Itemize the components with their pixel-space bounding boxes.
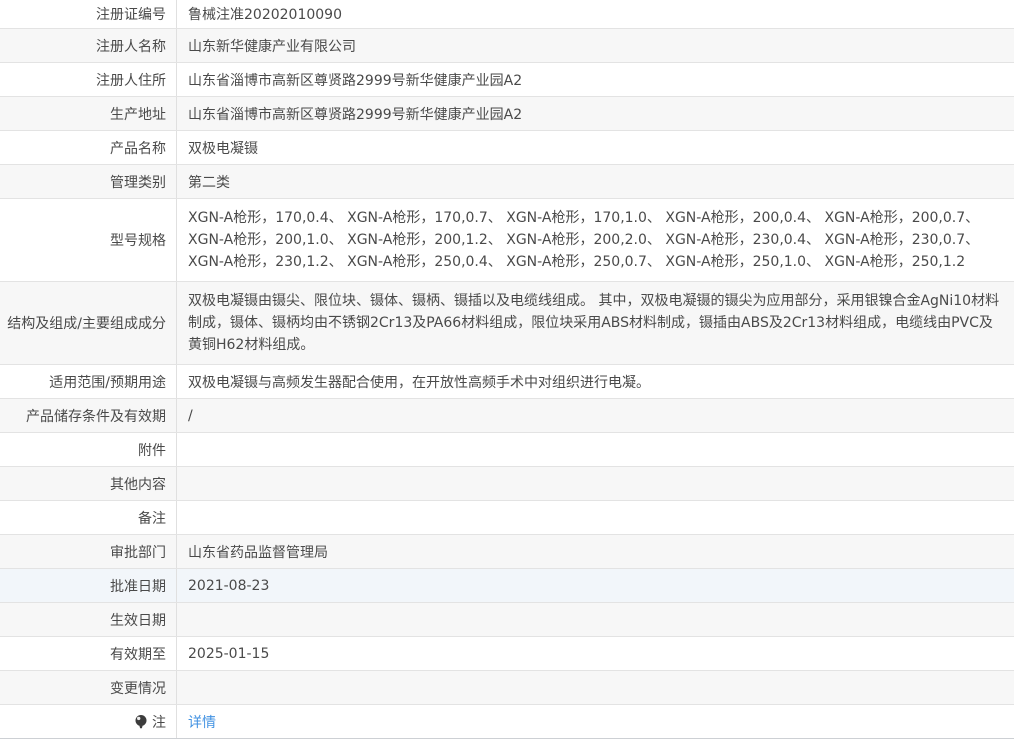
field-value: [177, 671, 1014, 704]
field-value: 山东省淄博市高新区尊贤路2999号新华健康产业园A2: [177, 63, 1014, 96]
field-label-text: 注册人住所: [96, 72, 166, 89]
field-value: 双极电凝镊与高频发生器配合使用，在开放性高频手术中对组织进行电凝。: [177, 365, 1014, 398]
note-bulb-icon: [134, 714, 148, 730]
field-label: 变更情况: [0, 671, 177, 704]
field-value: 2025-01-15: [177, 637, 1014, 670]
table-row: 生效日期: [0, 603, 1014, 637]
field-value: 鲁械注准20202010090: [177, 0, 1014, 28]
table-row: 注册人住所 山东省淄博市高新区尊贤路2999号新华健康产业园A2: [0, 63, 1014, 97]
field-label: 管理类别: [0, 165, 177, 198]
field-value-text: 2021-08-23: [188, 577, 270, 594]
field-value-text: 第二类: [188, 174, 230, 191]
field-label-text: 注册证编号: [96, 7, 166, 23]
field-label: 适用范围/预期用途: [0, 365, 177, 398]
field-value-text: 山东省淄博市高新区尊贤路2999号新华健康产业园A2: [188, 106, 523, 123]
table-row: 适用范围/预期用途 双极电凝镊与高频发生器配合使用，在开放性高频手术中对组织进行…: [0, 365, 1014, 399]
field-label: 备注: [0, 501, 177, 534]
table-row: 备注: [0, 501, 1014, 535]
field-label-text: 注册人名称: [96, 38, 166, 55]
table-row: 注册证编号 鲁械注准20202010090: [0, 0, 1014, 29]
detail-link[interactable]: 详情: [188, 712, 216, 732]
field-label-text: 适用范围/预期用途: [49, 374, 166, 391]
field-label: 生效日期: [0, 603, 177, 636]
table-row: 附件: [0, 433, 1014, 467]
field-value-text: 双极电凝镊由镊尖、限位块、镊体、镊柄、镊插以及电缆线组成。 其中，双极电凝镊的镊…: [188, 293, 1000, 353]
field-label-text: 产品名称: [110, 140, 166, 157]
table-row: 批准日期 2021-08-23: [0, 569, 1014, 603]
registration-detail-table: 注册证编号 鲁械注准20202010090 注册人名称 山东新华健康产业有限公司…: [0, 0, 1014, 739]
table-row: 产品储存条件及有效期 /: [0, 399, 1014, 433]
field-value: 详情: [177, 705, 1014, 738]
field-label: 注册人住所: [0, 63, 177, 96]
field-label-text: 审批部门: [110, 544, 166, 561]
field-label: 注册人名称: [0, 29, 177, 62]
table-row: 注 详情: [0, 705, 1014, 739]
field-value-text: 双极电凝镊与高频发生器配合使用，在开放性高频手术中对组织进行电凝。: [188, 374, 650, 391]
table-row: 其他内容: [0, 467, 1014, 501]
table-row: 结构及组成/主要组成成分 双极电凝镊由镊尖、限位块、镊体、镊柄、镊插以及电缆线组…: [0, 282, 1014, 365]
field-value-text: 2025-01-15: [188, 645, 270, 662]
table-row: 审批部门 山东省药品监督管理局: [0, 535, 1014, 569]
field-label: 审批部门: [0, 535, 177, 568]
table-row: 变更情况: [0, 671, 1014, 705]
table-row: 注册人名称 山东新华健康产业有限公司: [0, 29, 1014, 63]
field-label-text: 型号规格: [110, 233, 166, 249]
field-label-text: 变更情况: [110, 680, 166, 697]
field-value: [177, 501, 1014, 534]
table-row: 型号规格 XGN-A枪形，170,0.4、 XGN-A枪形，170,0.7、 X…: [0, 199, 1014, 282]
field-value: 2021-08-23: [177, 569, 1014, 602]
field-label-text: 批准日期: [110, 578, 166, 595]
field-value: 双极电凝镊: [177, 131, 1014, 164]
field-label: 附件: [0, 433, 177, 466]
table-row: 生产地址 山东省淄博市高新区尊贤路2999号新华健康产业园A2: [0, 97, 1014, 131]
field-value-text: XGN-A枪形，170,0.4、 XGN-A枪形，170,0.7、 XGN-A枪…: [188, 210, 980, 270]
field-label: 其他内容: [0, 467, 177, 500]
field-label: 结构及组成/主要组成成分: [0, 282, 177, 364]
field-value-text: 鲁械注准20202010090: [188, 7, 342, 23]
field-value: 山东新华健康产业有限公司: [177, 29, 1014, 62]
field-value: [177, 433, 1014, 466]
field-label-text: 备注: [138, 510, 166, 527]
field-label: 注: [0, 705, 177, 738]
table-row: 管理类别 第二类: [0, 165, 1014, 199]
field-value-text: 山东省药品监督管理局: [188, 544, 328, 561]
field-label: 批准日期: [0, 569, 177, 602]
field-label-text: 有效期至: [110, 646, 166, 663]
field-label-text: 产品储存条件及有效期: [26, 408, 166, 425]
field-value-text: 山东省淄博市高新区尊贤路2999号新华健康产业园A2: [188, 72, 523, 89]
field-label: 生产地址: [0, 97, 177, 130]
field-label: 产品名称: [0, 131, 177, 164]
field-value: /: [177, 399, 1014, 432]
field-value-text: /: [188, 407, 193, 424]
table-row: 有效期至 2025-01-15: [0, 637, 1014, 671]
field-label: 型号规格: [0, 199, 177, 281]
field-label-text: 生效日期: [110, 612, 166, 629]
field-value: 第二类: [177, 165, 1014, 198]
field-value-text: 双极电凝镊: [188, 140, 258, 157]
field-label-text: 其他内容: [110, 476, 166, 493]
field-label: 注册证编号: [0, 0, 177, 28]
field-value: 双极电凝镊由镊尖、限位块、镊体、镊柄、镊插以及电缆线组成。 其中，双极电凝镊的镊…: [177, 282, 1014, 364]
field-value: XGN-A枪形，170,0.4、 XGN-A枪形，170,0.7、 XGN-A枪…: [177, 199, 1014, 281]
field-value: 山东省淄博市高新区尊贤路2999号新华健康产业园A2: [177, 97, 1014, 130]
field-value: [177, 603, 1014, 636]
field-label: 产品储存条件及有效期: [0, 399, 177, 432]
field-label-text: 生产地址: [110, 106, 166, 123]
field-label-text: 管理类别: [110, 174, 166, 191]
field-label: 有效期至: [0, 637, 177, 670]
table-row: 产品名称 双极电凝镊: [0, 131, 1014, 165]
field-label-text: 附件: [138, 442, 166, 459]
field-value: [177, 467, 1014, 500]
field-value: 山东省药品监督管理局: [177, 535, 1014, 568]
field-label-text: 结构及组成/主要组成成分: [7, 316, 166, 332]
field-label-text: 注: [152, 714, 166, 731]
field-value-text: 山东新华健康产业有限公司: [188, 38, 356, 55]
